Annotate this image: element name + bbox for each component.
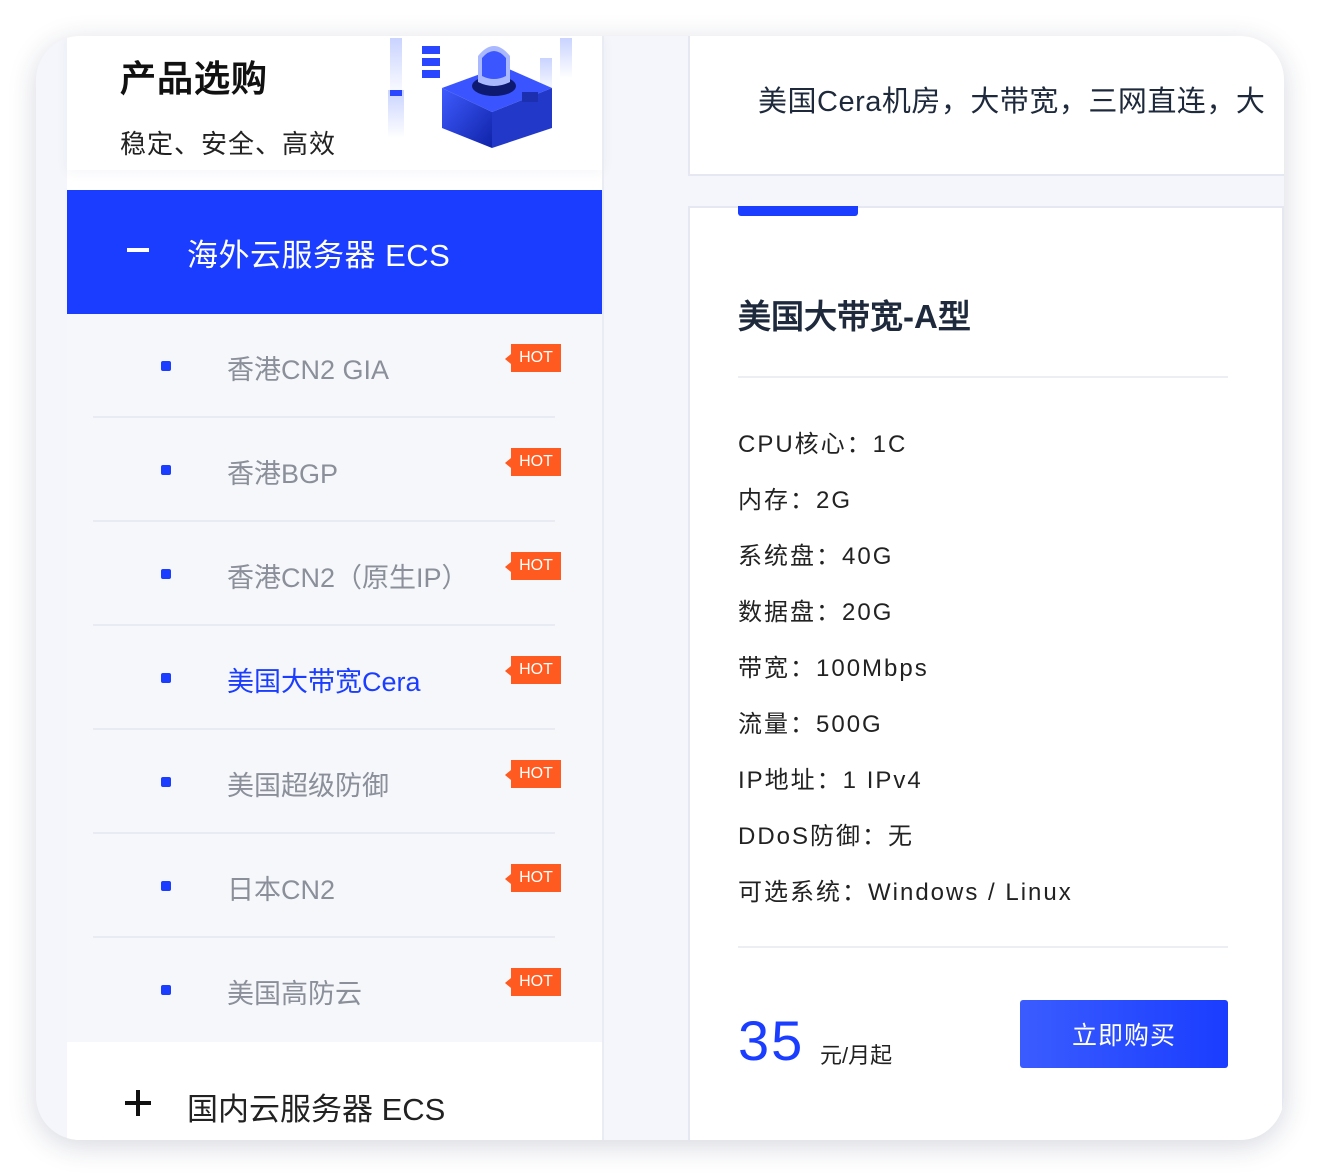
product-card: 美国大带宽-A型 CPU核心：1C 内存：2G 系统盘：40G 数据盘：20G … — [688, 206, 1284, 1140]
menu-group-overseas-ecs[interactable]: 海外云服务器 ECS — [67, 190, 603, 314]
product-title: 美国大带宽-A型 — [738, 298, 971, 335]
spec-data-disk: 数据盘：20G — [738, 599, 894, 626]
spec-memory: 内存：2G — [738, 487, 853, 514]
spec-ip: IP地址：1 IPv4 — [738, 767, 923, 794]
hot-badge: HOT — [505, 344, 561, 372]
square-bullet-icon — [161, 465, 171, 475]
menu-group-label: 国内云服务器 ECS — [187, 1092, 446, 1127]
buy-now-button[interactable]: 立即购买 — [1020, 1000, 1228, 1068]
minus-icon[interactable] — [127, 248, 149, 252]
region-banner: 美国Cera机房，大带宽，三网直连，大 — [688, 36, 1284, 176]
sidebar-item-label: 美国大带宽Cera — [227, 667, 421, 697]
square-bullet-icon — [161, 673, 171, 683]
spec-ddos: DDoS防御：无 — [738, 823, 915, 850]
price-unit: 元/月起 — [820, 1043, 893, 1068]
sidebar-subtitle: 稳定、安全、高效 — [120, 129, 337, 159]
sidebar-item-hk-cn2-gia[interactable]: 香港CN2 GIA HOT — [93, 314, 561, 418]
sidebar-item-label: 美国高防云 — [227, 979, 362, 1009]
sidebar-item-hk-cn2-native-ip[interactable]: 香港CN2（原生IP） HOT — [93, 522, 561, 626]
submenu: 香港CN2 GIA HOT 香港BGP HOT 香港CN2（原生IP） HOT … — [67, 314, 603, 1042]
hot-badge: HOT — [505, 552, 561, 580]
sidebar-item-label: 香港BGP — [227, 459, 339, 489]
sidebar-item-label: 美国超级防御 — [227, 771, 389, 801]
server-illustration-icon — [388, 38, 572, 148]
sidebar-header: 产品选购 稳定、安全、高效 — [67, 36, 603, 170]
hot-badge: HOT — [505, 656, 561, 684]
spec-traffic: 流量：500G — [738, 711, 883, 738]
sidebar: 产品选购 稳定、安全、高效 海外云服务器 ECS 香港CN2 GIA HOT 香… — [67, 36, 603, 1140]
square-bullet-icon — [161, 569, 171, 579]
sidebar-title: 产品选购 — [120, 58, 269, 99]
spec-system-disk: 系统盘：40G — [738, 543, 894, 570]
menu-group-domestic-ecs[interactable]: 国内云服务器 ECS — [67, 1042, 603, 1140]
square-bullet-icon — [161, 881, 171, 891]
sidebar-item-us-super-defense[interactable]: 美国超级防御 HOT — [93, 730, 561, 834]
plus-icon[interactable] — [125, 1090, 151, 1116]
sidebar-item-label: 日本CN2 — [227, 875, 336, 905]
menu-group-label: 海外云服务器 ECS — [187, 238, 451, 273]
sidebar-item-label: 香港CN2（原生IP） — [227, 563, 469, 593]
square-bullet-icon — [161, 777, 171, 787]
sidebar-item-us-high-defense[interactable]: 美国高防云 HOT — [93, 938, 561, 1042]
hot-badge: HOT — [505, 448, 561, 476]
divider — [738, 376, 1228, 378]
sidebar-item-label: 香港CN2 GIA — [227, 355, 390, 385]
hot-badge: HOT — [505, 968, 561, 996]
spec-os: 可选系统：Windows / Linux — [738, 879, 1073, 906]
hot-badge: HOT — [505, 760, 561, 788]
sidebar-item-hk-bgp[interactable]: 香港BGP HOT — [93, 418, 561, 522]
sidebar-item-jp-cn2[interactable]: 日本CN2 HOT — [93, 834, 561, 938]
hot-badge: HOT — [505, 864, 561, 892]
spec-cpu: CPU核心：1C — [738, 431, 908, 458]
app-frame: 产品选购 稳定、安全、高效 海外云服务器 ECS 香港CN2 GIA HOT 香… — [36, 36, 1284, 1140]
divider — [738, 946, 1228, 948]
sidebar-divider — [602, 36, 604, 1140]
spec-bandwidth: 带宽：100Mbps — [738, 655, 929, 682]
square-bullet-icon — [161, 985, 171, 995]
square-bullet-icon — [161, 361, 171, 371]
banner-text: 美国Cera机房，大带宽，三网直连，大 — [758, 86, 1266, 118]
card-accent-bar — [738, 206, 858, 216]
price-value: 35 — [738, 1009, 805, 1072]
sidebar-item-us-cera[interactable]: 美国大带宽Cera HOT — [93, 626, 561, 730]
